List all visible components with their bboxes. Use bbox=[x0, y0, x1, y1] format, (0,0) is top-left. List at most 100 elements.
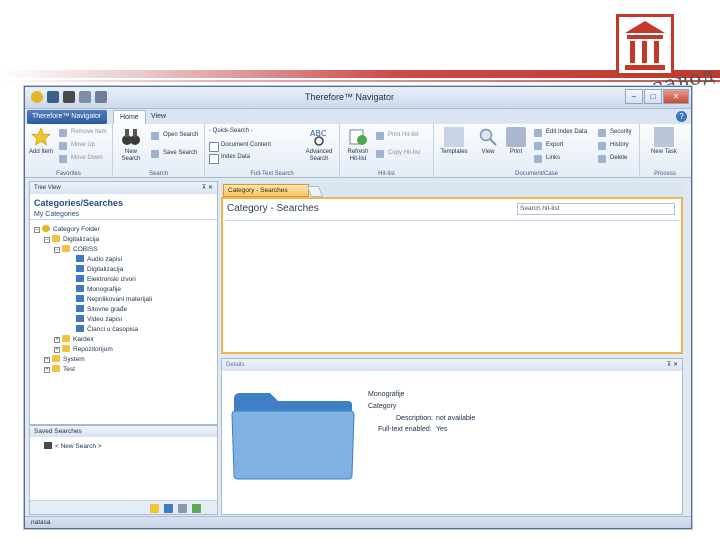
delete-button[interactable]: Delete bbox=[598, 153, 627, 164]
edit-index-data-button[interactable]: Edit Index Data bbox=[534, 127, 587, 138]
new-search-item[interactable]: < New Search > bbox=[44, 442, 102, 451]
collapse-icon[interactable]: – bbox=[44, 237, 50, 243]
close-button[interactable]: ✕ bbox=[663, 89, 689, 104]
search-panel-heading: Category - Searches bbox=[227, 203, 319, 214]
tree-node[interactable]: Neprilikovani materijali bbox=[76, 295, 152, 304]
document-content-checkbox[interactable]: Document Content bbox=[209, 140, 271, 152]
move-down-button[interactable]: Move Down bbox=[59, 153, 103, 164]
search-hit-list-input[interactable]: Search hit-list bbox=[517, 203, 675, 215]
expand-icon[interactable]: + bbox=[54, 337, 60, 343]
app-icon[interactable] bbox=[31, 91, 43, 103]
tab-home[interactable]: Home bbox=[113, 110, 146, 124]
collapse-icon[interactable]: – bbox=[54, 247, 60, 253]
category-icon bbox=[76, 275, 84, 282]
category-icon bbox=[76, 305, 84, 312]
large-folder-icon bbox=[230, 389, 356, 481]
minimize-button[interactable]: – bbox=[625, 89, 643, 104]
tab-view[interactable]: View bbox=[145, 110, 172, 124]
tree-view-pane: Tree View ⊼ ✕ Categories/Searches My Cat… bbox=[29, 181, 218, 425]
status-user: natasa bbox=[31, 519, 51, 526]
collapse-icon[interactable]: – bbox=[34, 227, 40, 233]
title-bar: Therefore™ Navigator – □ ✕ bbox=[25, 87, 691, 109]
my-categories-header[interactable]: My Categories bbox=[30, 210, 217, 220]
tree-node[interactable]: Repozitorijum bbox=[62, 345, 113, 354]
tree-node[interactable]: Kardex bbox=[62, 335, 94, 344]
window-icon[interactable] bbox=[164, 504, 173, 513]
document-group-label: Document/Case bbox=[514, 171, 559, 177]
tree-node[interactable]: Digitalizacija bbox=[76, 265, 123, 274]
remove-item-button[interactable]: Remove Item bbox=[59, 127, 107, 138]
tree-node[interactable]: System bbox=[52, 355, 85, 364]
tree-node[interactable]: Monografije bbox=[76, 285, 121, 294]
folder-icon bbox=[62, 335, 70, 342]
status-bar: natasa bbox=[25, 516, 691, 528]
abc-search-icon: ABC bbox=[309, 127, 329, 147]
tree-node[interactable]: Video zapisi bbox=[76, 315, 122, 324]
refresh-hit-list-button[interactable]: Refresh Hit-list bbox=[344, 127, 372, 163]
expand-icon[interactable]: + bbox=[44, 357, 50, 363]
save-icon[interactable] bbox=[47, 91, 59, 103]
saved-searches-pane: Saved Searches < New Search > bbox=[29, 425, 218, 515]
tree-node[interactable]: Audio zapisi bbox=[76, 255, 122, 264]
group-hit-list: Refresh Hit-list Print Hit-list Copy Hit… bbox=[340, 124, 434, 178]
user-icon[interactable] bbox=[95, 91, 107, 103]
templates-button[interactable]: Templates bbox=[440, 127, 468, 156]
category-icon bbox=[76, 265, 84, 272]
tree-node[interactable]: Test bbox=[52, 365, 75, 374]
index-data-checkbox[interactable]: Index Data bbox=[209, 152, 250, 164]
ribbon-tabs: Therefore™ Navigator Home View ? bbox=[25, 109, 691, 124]
tree-node[interactable]: Digitalizacija bbox=[52, 235, 99, 244]
pin-icon[interactable]: ⊼ ✕ bbox=[667, 359, 678, 371]
hit-list-group-label: Hit-list bbox=[378, 171, 395, 177]
tree-node[interactable]: Elektronski izvori bbox=[76, 275, 136, 284]
pin-icon[interactable]: ⊼ ✕ bbox=[202, 182, 213, 194]
favorite-star-icon[interactable] bbox=[150, 504, 159, 513]
saved-searches-toolbar bbox=[30, 500, 217, 514]
tree-node[interactable]: Članci u časopisa bbox=[76, 325, 138, 334]
tree-node[interactable]: Category Folder bbox=[42, 225, 100, 234]
saved-searches-header: Saved Searches bbox=[30, 426, 217, 437]
templates-icon bbox=[444, 127, 464, 147]
binoculars-icon[interactable] bbox=[63, 91, 75, 103]
save-search-button[interactable]: Save Search bbox=[151, 148, 197, 159]
copy-hit-list-button[interactable]: Copy Hit-list bbox=[376, 148, 420, 159]
details-type: Category bbox=[368, 403, 397, 410]
new-tab-button[interactable] bbox=[306, 186, 324, 197]
expand-icon[interactable]: + bbox=[44, 367, 50, 373]
help-icon[interactable]: ? bbox=[676, 111, 687, 122]
tab-category-searches[interactable]: Category - Searches bbox=[223, 184, 309, 197]
details-header: Details ⊼ ✕ bbox=[222, 359, 682, 371]
category-icon bbox=[76, 315, 84, 322]
add-folder-icon[interactable] bbox=[192, 504, 201, 513]
details-fulltext-label: Full-text enabled: bbox=[378, 426, 432, 433]
details-fulltext-value: Yes bbox=[436, 426, 448, 433]
security-button[interactable]: Security bbox=[598, 127, 632, 138]
move-up-button[interactable]: Move Up bbox=[59, 140, 95, 151]
tree-node[interactable]: COBISS bbox=[62, 245, 98, 254]
view-button[interactable]: View bbox=[474, 127, 502, 156]
print-hit-list-button[interactable]: Print Hit-list bbox=[376, 130, 419, 141]
new-task-button[interactable]: New Task bbox=[650, 127, 678, 156]
links-button[interactable]: Links bbox=[534, 153, 560, 164]
ribbon: Add Item Remove Item Move Up Move Down F… bbox=[25, 124, 691, 178]
window-title: Therefore™ Navigator bbox=[305, 92, 395, 102]
open-search-button[interactable]: Open Search bbox=[151, 130, 198, 141]
history-button[interactable]: History bbox=[598, 140, 629, 151]
group-full-text-search: - Quick-Search - Document Content Index … bbox=[205, 124, 340, 178]
maximize-button[interactable]: □ bbox=[644, 89, 662, 104]
tree-node[interactable]: Sitovne građe bbox=[76, 305, 127, 314]
logo-building-icon bbox=[616, 14, 674, 76]
print-button[interactable]: Print bbox=[502, 127, 530, 156]
expand-icon[interactable]: + bbox=[54, 347, 60, 353]
add-item-button[interactable]: Add Item bbox=[27, 127, 55, 156]
delete-icon[interactable] bbox=[178, 504, 187, 513]
new-search-button[interactable]: New Search bbox=[117, 127, 145, 163]
tree-title: Categories/Searches bbox=[34, 198, 124, 208]
app-menu-button[interactable]: Therefore™ Navigator bbox=[27, 110, 107, 124]
details-description-label: Description: bbox=[396, 415, 433, 422]
therefore-window: Therefore™ Navigator – □ ✕ Therefore™ Na… bbox=[24, 86, 692, 529]
export-button[interactable]: Export bbox=[534, 140, 563, 151]
quick-search-field[interactable]: - Quick-Search - bbox=[209, 128, 253, 134]
advanced-search-button[interactable]: ABC Advanced Search bbox=[305, 127, 333, 163]
scan-icon[interactable] bbox=[79, 91, 91, 103]
